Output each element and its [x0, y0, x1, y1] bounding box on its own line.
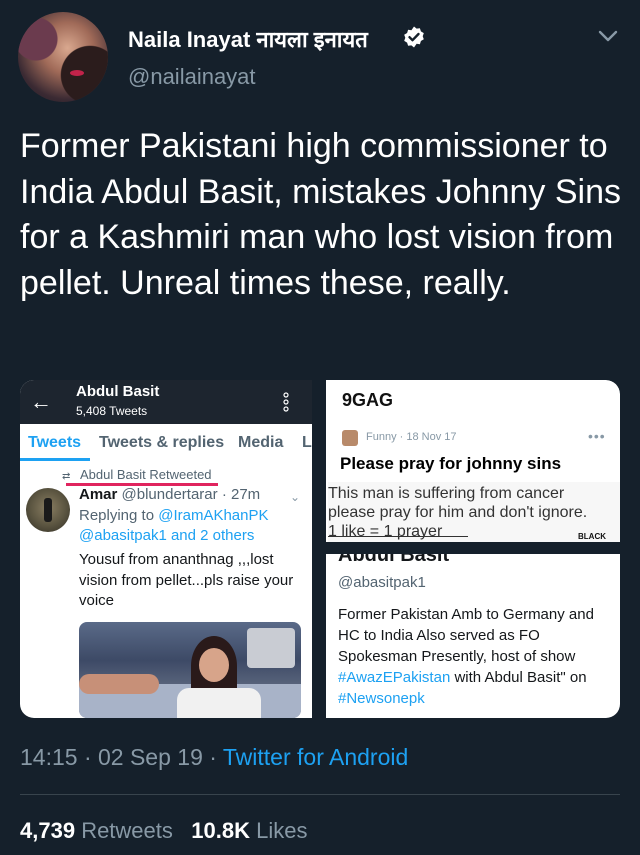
replying-prefix: Replying to — [79, 507, 155, 524]
post-section-icon — [342, 430, 358, 446]
likes-count[interactable]: 10.8K — [191, 818, 250, 843]
site-title: 9GAG — [342, 390, 394, 410]
tweet-author-avatar — [26, 488, 70, 532]
source-link[interactable]: Twitter for Android — [223, 744, 408, 770]
profile-tabs: Tweets Tweets & replies Media L — [20, 430, 312, 460]
profile-name: Abdul Basit — [76, 383, 160, 400]
bio-text: Former Pakistan Amb to Germany and HC to… — [338, 604, 614, 709]
retweeted-body: Yousuf from ananthnag ,,,lost vision fro… — [79, 551, 294, 609]
retweet-icon: ⇄ — [62, 471, 71, 482]
meme-logo: BLACK — [578, 532, 606, 541]
bio-profile-name: Abdul Basit — [338, 554, 450, 566]
avatar-lips — [70, 70, 84, 76]
more-options-icon: ••• — [588, 428, 606, 444]
meme-line-1: This man is suffering from cancer — [328, 485, 565, 502]
bio-hashtag-newsonepk: #Newsonepk — [338, 690, 425, 707]
tweet-media[interactable]: ← Abdul Basit 5,408 Tweets Tweets Tweets… — [20, 380, 620, 718]
author-display-name[interactable]: Naila Inayat नायला इनायत — [128, 24, 368, 54]
media-image-left[interactable]: ← Abdul Basit 5,408 Tweets Tweets Tweets… — [20, 380, 312, 718]
hospital-photo — [79, 622, 301, 718]
tweet-stats: 4,739 Retweets 10.8K Likes — [20, 818, 307, 844]
meme-line-2: please pray for him and don't ignore. — [328, 504, 588, 521]
meme-line-3: 1 like = 1 prayer — [328, 523, 443, 540]
bio-profile-handle: @abasitpak1 — [338, 574, 426, 591]
retweet-label: Abdul Basit Retweeted — [80, 467, 212, 482]
media-image-top-right[interactable]: 9GAG Funny · 18 Nov 17 ••• Please pray f… — [326, 380, 620, 542]
tab-media: Media — [238, 434, 284, 451]
timestamp-text: 14:15 · 02 Sep 19 · — [20, 744, 217, 770]
photo-nurse-coat — [177, 688, 261, 718]
photo-nurse-face — [199, 648, 229, 682]
more-vertical-icon — [283, 392, 289, 412]
tweet-time: · 27m — [221, 486, 261, 503]
replying-others: @abasitpak1 and 2 others — [79, 527, 255, 544]
tweet-text: Former Pakistani high commissioner to In… — [20, 127, 621, 302]
retweets-count[interactable]: 4,739 — [20, 818, 75, 843]
bio-hashtag-awazepakistan: #AwazEPakistan — [338, 669, 451, 686]
meme-underline — [328, 536, 468, 537]
tab-tweets: Tweets — [28, 434, 82, 451]
media-image-bottom-right[interactable]: Abdul Basit @abasitpak1 Former Pakistan … — [326, 554, 620, 718]
divider — [20, 794, 620, 795]
replying-mention: @IramAKhanPK — [158, 507, 269, 524]
post-title: Please pray for johnny sins — [340, 454, 562, 473]
tab-likes: L — [302, 434, 312, 451]
tab-tweets-replies: Tweets & replies — [99, 434, 225, 451]
bio-description-cont: with Abdul Basit" on — [454, 669, 587, 686]
tweet-author: Amar @blundertarar · 27m — [79, 486, 260, 503]
back-arrow-icon: ← — [30, 389, 52, 414]
chevron-down-icon[interactable] — [596, 26, 620, 46]
tweet-count: 5,408 Tweets — [76, 404, 148, 418]
avatar-hair — [18, 12, 108, 102]
active-tab-underline — [20, 458, 90, 461]
tweet-caret-icon: ⌄ — [290, 490, 301, 504]
author-handle[interactable]: @nailainayat — [128, 64, 256, 90]
avatar-figure — [44, 498, 52, 522]
meme-image: This man is suffering from cancer please… — [328, 482, 620, 542]
photo-machine — [247, 628, 295, 668]
photo-patient — [79, 674, 159, 694]
verified-badge-icon — [404, 26, 424, 48]
profile-header-bar: ← Abdul Basit 5,408 Tweets — [20, 380, 312, 424]
meme-caption: This man is suffering from cancer please… — [328, 484, 620, 541]
post-meta: Funny · 18 Nov 17 — [366, 431, 457, 443]
bio-description: Former Pakistan Amb to Germany and HC to… — [338, 606, 594, 665]
author-avatar[interactable] — [18, 12, 108, 102]
tweet-author-name: Amar — [79, 486, 118, 503]
likes-label[interactable]: Likes — [256, 818, 307, 843]
tweet-author-handle: @blundertarar — [121, 486, 218, 503]
replying-to: Replying to @IramAKhanPK @abasitpak1 and… — [79, 506, 309, 546]
tweet-timestamp: 14:15 · 02 Sep 19 · Twitter for Android — [20, 744, 408, 771]
retweets-label[interactable]: Retweets — [81, 818, 173, 843]
